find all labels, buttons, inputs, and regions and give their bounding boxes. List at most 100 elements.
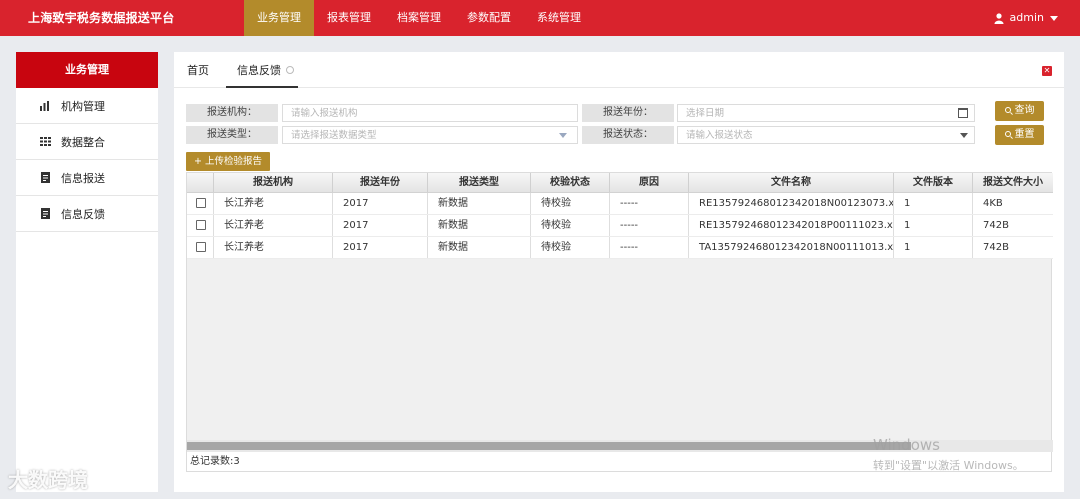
cell-reason: ----- [610, 237, 689, 258]
row-checkbox[interactable] [196, 198, 206, 208]
cell-year: 2017 [333, 237, 428, 258]
nav-params[interactable]: 参数配置 [454, 0, 524, 36]
column-header[interactable]: 报送机构 [214, 173, 333, 192]
cell-status: 待校验 [531, 215, 610, 236]
cell-type: 新数据 [428, 237, 531, 258]
search-icon [1004, 107, 1011, 113]
chevron-down-icon[interactable] [960, 133, 968, 138]
cell-version: 1 [894, 193, 973, 214]
query-button-label: 查询 [1014, 105, 1035, 116]
table-header: 报送机构 报送年份 报送类型 校验状态 原因 文件名称 文件版本 报送文件大小 [187, 173, 1053, 193]
cell-size: 742B [983, 220, 1009, 231]
type-select[interactable] [282, 126, 578, 144]
calendar-icon[interactable] [958, 108, 968, 118]
cell-org: 长江养老 [214, 193, 333, 214]
cell-year: 2017 [333, 215, 428, 236]
reset-button-label: 重置 [1014, 129, 1035, 140]
document-icon [38, 207, 52, 221]
cell-reason: ----- [610, 193, 689, 214]
cell-filename: RE135792468012342018P00111023.xml [689, 215, 894, 236]
table-row[interactable]: 长江养老 2017 新数据 待校验 ----- RE13579246801234… [187, 215, 1053, 237]
query-button[interactable]: 查询 [995, 101, 1044, 121]
org-label: 报送机构： [186, 104, 278, 122]
cell-version: 1 [894, 215, 973, 236]
tab-label: 信息反馈 [237, 64, 281, 77]
close-icon[interactable]: ✕ [1042, 66, 1052, 76]
sidebar: 业务管理 机构管理 数据整合 信息报送 信息反馈 [16, 52, 158, 492]
activation-title: Windows [873, 436, 940, 454]
org-input[interactable] [282, 104, 578, 122]
sidebar-item-submit[interactable]: 信息报送 [16, 160, 158, 196]
row-checkbox-cell [187, 237, 214, 258]
year-input[interactable] [677, 104, 975, 122]
main-nav: 业务管理 报表管理 档案管理 参数配置 系统管理 [244, 0, 594, 36]
nav-reports[interactable]: 报表管理 [314, 0, 384, 36]
sidebar-item-label: 信息报送 [61, 171, 105, 185]
sidebar-item-label: 信息反馈 [61, 207, 105, 221]
tab-home[interactable]: 首页 [187, 52, 209, 88]
cell-version: 1 [894, 237, 973, 258]
row-checkbox[interactable] [196, 242, 206, 252]
row-checkbox[interactable] [196, 220, 206, 230]
nav-system[interactable]: 系统管理 [524, 0, 594, 36]
column-header[interactable]: 原因 [610, 173, 689, 192]
cell-size: 4KB [983, 198, 1003, 209]
search-icon [1004, 131, 1011, 137]
status-label: 报送状态： [582, 126, 674, 144]
nav-archives[interactable]: 档案管理 [384, 0, 454, 36]
sidebar-item-label: 机构管理 [61, 99, 105, 113]
tab-close-icon[interactable] [286, 66, 294, 74]
cell-status: 待校验 [531, 193, 610, 214]
cell-filename: RE135792468012342018N00123073.xml [689, 193, 894, 214]
cell-org: 长江养老 [214, 237, 333, 258]
caret-down-icon [1050, 15, 1058, 21]
table-row[interactable]: 长江养老 2017 新数据 待校验 ----- RE13579246801234… [187, 193, 1053, 215]
year-label: 报送年份： [582, 104, 674, 122]
scrollbar-thumb[interactable] [187, 442, 911, 450]
app-title: 上海致宇税务数据报送平台 [28, 11, 175, 25]
cell-type: 新数据 [428, 215, 531, 236]
chevron-down-icon[interactable] [559, 133, 567, 138]
table-row[interactable]: 长江养老 2017 新数据 待校验 ----- TA13579246801234… [187, 237, 1053, 259]
column-header[interactable]: 报送文件大小 [973, 173, 1053, 192]
bar-chart-icon [38, 99, 52, 113]
cell-filename: TA135792468012342018N00111013.xml [689, 237, 894, 258]
row-checkbox-cell [187, 215, 214, 236]
cell-year: 2017 [333, 193, 428, 214]
header-checkbox-col [187, 173, 214, 192]
cell-reason: ----- [610, 215, 689, 236]
sidebar-item-org[interactable]: 机构管理 [16, 88, 158, 124]
cell-size: 742B [983, 242, 1009, 253]
data-table: 报送机构 报送年份 报送类型 校验状态 原因 文件名称 文件版本 报送文件大小 … [186, 172, 1053, 452]
grid-icon [38, 135, 52, 149]
column-header[interactable]: 文件版本 [894, 173, 973, 192]
sidebar-item-feedback[interactable]: 信息反馈 [16, 196, 158, 232]
tab-bar: 首页 信息反馈 ✕ [174, 52, 1064, 88]
nav-business[interactable]: 业务管理 [244, 0, 314, 36]
column-header[interactable]: 报送类型 [428, 173, 531, 192]
cell-org: 长江养老 [214, 215, 333, 236]
sidebar-item-integration[interactable]: 数据整合 [16, 124, 158, 160]
sidebar-item-label: 数据整合 [61, 135, 105, 149]
sidebar-title: 业务管理 [16, 52, 158, 88]
user-name: admin [1009, 11, 1044, 24]
cell-type: 新数据 [428, 193, 531, 214]
column-header[interactable]: 报送年份 [333, 173, 428, 192]
column-header[interactable]: 文件名称 [689, 173, 894, 192]
windows-activation-notice: Windows 转到"设置"以激活 Windows。 [873, 436, 1024, 475]
tab-feedback[interactable]: 信息反馈 [226, 52, 298, 88]
top-bar: 上海致宇税务数据报送平台 业务管理 报表管理 档案管理 参数配置 系统管理 ad… [0, 0, 1080, 36]
status-select[interactable] [677, 126, 975, 144]
row-checkbox-cell [187, 193, 214, 214]
type-label: 报送类型： [186, 126, 278, 144]
user-icon [994, 12, 1004, 24]
upload-report-button[interactable]: + 上传检验报告 [186, 152, 270, 171]
watermark-logo: 大数跨境 [8, 468, 88, 492]
main-panel: 首页 信息反馈 ✕ 报送机构： 报送年份： 查询 报送类型： 报送状态： 重置 … [174, 52, 1064, 492]
cell-status: 待校验 [531, 237, 610, 258]
column-header[interactable]: 校验状态 [531, 173, 610, 192]
activation-subtitle: 转到"设置"以激活 Windows。 [873, 459, 1024, 472]
reset-button[interactable]: 重置 [995, 125, 1044, 145]
document-icon [38, 171, 52, 185]
user-menu[interactable]: admin [994, 0, 1058, 36]
